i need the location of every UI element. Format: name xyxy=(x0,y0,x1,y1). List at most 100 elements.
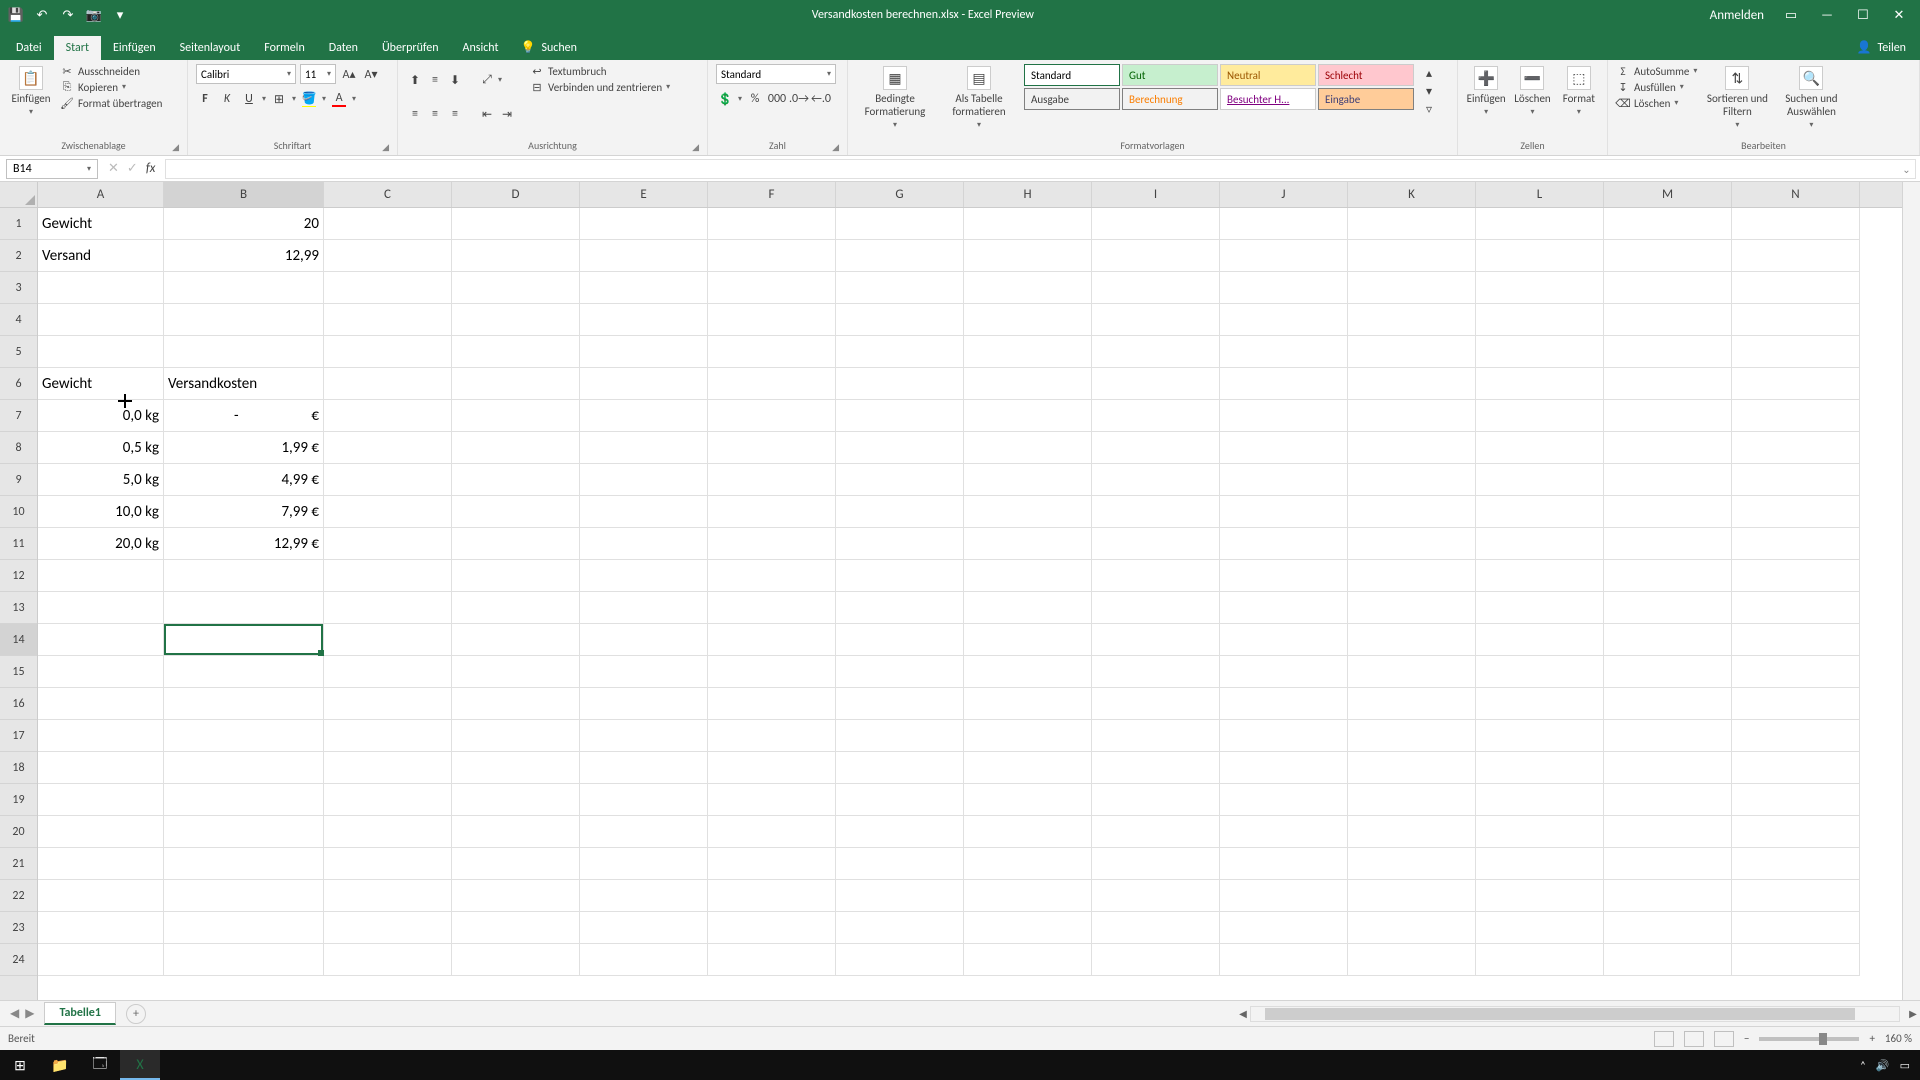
maximize-icon[interactable]: ☐ xyxy=(1854,8,1872,23)
cell[interactable] xyxy=(38,304,164,336)
column-header[interactable]: G xyxy=(836,182,964,207)
cell[interactable] xyxy=(1732,496,1860,528)
row-header[interactable]: 12 xyxy=(0,560,37,592)
cell[interactable]: Gewicht xyxy=(38,368,164,400)
cell[interactable] xyxy=(324,912,452,944)
vertical-scrollbar[interactable] xyxy=(1902,182,1920,1000)
cell[interactable] xyxy=(580,592,708,624)
cell[interactable] xyxy=(964,624,1092,656)
cell[interactable] xyxy=(452,784,580,816)
camera-icon[interactable]: 📷 xyxy=(86,7,102,23)
cell[interactable] xyxy=(324,944,452,976)
paste-button[interactable]: 📋 Einfügen ▾ xyxy=(8,64,54,117)
cell[interactable] xyxy=(836,720,964,752)
zoom-in-button[interactable]: + xyxy=(1869,1032,1874,1045)
cell[interactable] xyxy=(38,336,164,368)
cell[interactable] xyxy=(1348,336,1476,368)
cell[interactable] xyxy=(708,944,836,976)
normal-view-button[interactable] xyxy=(1654,1031,1674,1047)
cell[interactable] xyxy=(964,528,1092,560)
cell[interactable] xyxy=(452,208,580,240)
find-select-button[interactable]: 🔍Suchen und Auswählen▾ xyxy=(1777,64,1845,130)
cell[interactable] xyxy=(836,336,964,368)
cell[interactable] xyxy=(1092,496,1220,528)
cell[interactable] xyxy=(1476,656,1604,688)
cell[interactable] xyxy=(452,944,580,976)
cell[interactable] xyxy=(1092,592,1220,624)
align-center-icon[interactable]: ≡ xyxy=(426,105,444,123)
cell[interactable] xyxy=(836,656,964,688)
cell[interactable] xyxy=(1476,624,1604,656)
cell[interactable] xyxy=(580,944,708,976)
cell[interactable] xyxy=(38,592,164,624)
cell[interactable] xyxy=(1476,848,1604,880)
cell[interactable] xyxy=(1092,912,1220,944)
cell[interactable] xyxy=(964,880,1092,912)
cell[interactable] xyxy=(164,656,324,688)
cell[interactable] xyxy=(580,496,708,528)
cell[interactable] xyxy=(1732,880,1860,912)
cell[interactable] xyxy=(836,432,964,464)
cell[interactable] xyxy=(38,784,164,816)
cell[interactable] xyxy=(1348,624,1476,656)
cell[interactable] xyxy=(1732,688,1860,720)
cell[interactable]: 5,0 kg xyxy=(38,464,164,496)
cell[interactable] xyxy=(324,592,452,624)
column-header[interactable]: K xyxy=(1348,182,1476,207)
taskbar-app-icon[interactable]: 🗔 xyxy=(80,1050,120,1080)
cell-style-option[interactable]: Eingabe xyxy=(1318,88,1414,110)
cell[interactable] xyxy=(324,688,452,720)
column-header[interactable]: D xyxy=(452,182,580,207)
cell[interactable] xyxy=(580,816,708,848)
cell[interactable] xyxy=(1604,592,1732,624)
cell[interactable] xyxy=(1220,944,1348,976)
cell[interactable] xyxy=(1604,848,1732,880)
column-header[interactable]: F xyxy=(708,182,836,207)
cell[interactable] xyxy=(1604,304,1732,336)
cell[interactable] xyxy=(1732,464,1860,496)
cell[interactable] xyxy=(1092,784,1220,816)
cell[interactable] xyxy=(964,400,1092,432)
cell[interactable] xyxy=(1604,560,1732,592)
cell[interactable] xyxy=(1348,464,1476,496)
cell[interactable] xyxy=(452,528,580,560)
cell[interactable] xyxy=(1604,784,1732,816)
cell[interactable] xyxy=(452,656,580,688)
cell[interactable] xyxy=(964,368,1092,400)
column-header[interactable]: H xyxy=(964,182,1092,207)
cell[interactable] xyxy=(1092,528,1220,560)
cell[interactable] xyxy=(964,336,1092,368)
cell[interactable] xyxy=(452,368,580,400)
worksheet-grid[interactable]: 123456789101112131415161718192021222324 … xyxy=(0,182,1920,1000)
cell[interactable] xyxy=(1220,368,1348,400)
column-header[interactable]: M xyxy=(1604,182,1732,207)
hscroll-left-icon[interactable]: ◀ xyxy=(1236,1007,1250,1020)
cell[interactable] xyxy=(836,240,964,272)
bold-button[interactable]: F xyxy=(196,90,214,108)
merge-center-button[interactable]: ⊟Verbinden und zentrieren ▾ xyxy=(530,80,670,94)
cell[interactable] xyxy=(964,304,1092,336)
cell[interactable] xyxy=(324,464,452,496)
format-cells-button[interactable]: ⬚Format▾ xyxy=(1559,64,1599,117)
cell[interactable] xyxy=(324,848,452,880)
cell[interactable]: 20,0 kg xyxy=(38,528,164,560)
cell[interactable] xyxy=(164,336,324,368)
start-button[interactable]: ⊞ xyxy=(0,1050,40,1080)
cell[interactable] xyxy=(836,560,964,592)
sheet-nav-prev-icon[interactable]: ◀ xyxy=(10,1006,19,1021)
underline-button[interactable]: U xyxy=(240,90,258,108)
cell[interactable] xyxy=(164,880,324,912)
insert-cells-button[interactable]: ➕Einfügen▾ xyxy=(1466,64,1506,117)
row-header[interactable]: 22 xyxy=(0,880,37,912)
align-right-icon[interactable]: ≡ xyxy=(446,105,464,123)
cell[interactable] xyxy=(452,720,580,752)
column-header[interactable]: A xyxy=(38,182,164,207)
cell[interactable] xyxy=(964,464,1092,496)
redo-icon[interactable]: ↷ xyxy=(60,7,76,23)
cell[interactable] xyxy=(1476,464,1604,496)
cell[interactable] xyxy=(164,624,324,656)
cancel-formula-icon[interactable]: ✕ xyxy=(108,161,119,176)
cell[interactable] xyxy=(324,528,452,560)
cell[interactable] xyxy=(836,304,964,336)
cell[interactable] xyxy=(1348,272,1476,304)
